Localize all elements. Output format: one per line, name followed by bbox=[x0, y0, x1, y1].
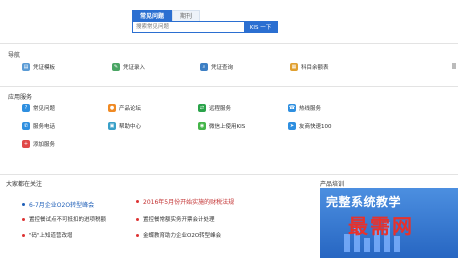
training-banner[interactable]: 完整系统教学 最需网 bbox=[320, 188, 458, 258]
service-help-center[interactable]: ▣ 帮助中心 bbox=[108, 122, 141, 130]
news-item[interactable]: 金蝶教育助力企业O2O转型峰会 bbox=[136, 231, 221, 239]
search-input[interactable] bbox=[133, 22, 244, 32]
bullet bbox=[22, 203, 25, 206]
service-forum[interactable]: ● 产品论坛 bbox=[108, 104, 141, 112]
phone-icon: ✆ bbox=[22, 122, 30, 130]
nav-item-label: 凭证查询 bbox=[211, 65, 234, 71]
divider bbox=[0, 43, 458, 44]
bullet bbox=[22, 233, 25, 237]
express-icon: ➤ bbox=[288, 122, 296, 130]
news-headline-right[interactable]: 2016年5月份开始实施的财税法规 bbox=[136, 197, 234, 206]
service-wechat[interactable]: ◉ 微信上使用KIS bbox=[198, 122, 245, 130]
scroll-marker[interactable] bbox=[452, 63, 456, 69]
divider bbox=[0, 174, 458, 175]
service-label: 远程服务 bbox=[209, 106, 232, 112]
hotline-icon: ☎ bbox=[288, 104, 296, 112]
bullet bbox=[136, 217, 139, 221]
news-item[interactable]: 置控餐试点不可抵扣的进项税额 bbox=[22, 215, 106, 223]
service-phone[interactable]: ✆ 服务电话 bbox=[22, 122, 55, 130]
search-box: KIS 一下 bbox=[132, 21, 278, 33]
service-label: 服务电话 bbox=[33, 124, 56, 130]
search-button[interactable]: KIS 一下 bbox=[244, 22, 277, 32]
faq-icon: ? bbox=[22, 104, 30, 112]
service-express[interactable]: ➤ 友商快速100 bbox=[288, 122, 332, 130]
service-remote[interactable]: ⇄ 远程服务 bbox=[198, 104, 231, 112]
search-tabs: 常见问题 期刊 bbox=[132, 10, 201, 22]
nav-item-label: 科目余额表 bbox=[301, 65, 329, 71]
headline-text: 6-7月企业O2O转型峰会 bbox=[29, 202, 95, 209]
watermark-text: 最需网 bbox=[348, 214, 414, 238]
add-service-icon: + bbox=[22, 140, 30, 148]
account-balance-icon: ▦ bbox=[290, 63, 298, 71]
news-item[interactable]: "码"上知道营改增 bbox=[22, 231, 73, 239]
nav-item-label: 凭证模板 bbox=[33, 65, 56, 71]
nav-item-voucher-query[interactable]: ⌕ 凭证查询 bbox=[200, 63, 233, 71]
banner-bar bbox=[364, 238, 370, 252]
news-item-text: "码"上知道营改增 bbox=[29, 233, 73, 239]
news-item-text: 金蝶教育助力企业O2O转型峰会 bbox=[143, 233, 222, 239]
nav-item-label: 凭证录入 bbox=[123, 65, 146, 71]
service-hotline[interactable]: ☎ 热线服务 bbox=[288, 104, 321, 112]
forum-icon: ● bbox=[108, 104, 116, 112]
wechat-icon: ◉ bbox=[198, 122, 206, 130]
nav-item-voucher-entry[interactable]: ✎ 凭证录入 bbox=[112, 63, 145, 71]
voucher-template-icon: ▤ bbox=[22, 63, 30, 71]
service-label: 产品论坛 bbox=[119, 106, 142, 112]
banner-text: 完整系统教学 bbox=[326, 195, 402, 209]
help-center-icon: ▣ bbox=[108, 122, 116, 130]
service-label: 友商快速100 bbox=[299, 124, 332, 130]
bullet bbox=[136, 200, 139, 203]
service-label: 添加服务 bbox=[33, 142, 56, 148]
divider bbox=[0, 86, 458, 87]
news-item-text: 置控餐常额实务开票会计处理 bbox=[143, 217, 215, 223]
news-item[interactable]: 置控餐常额实务开票会计处理 bbox=[136, 215, 215, 223]
bullet bbox=[136, 233, 139, 237]
service-label: 常见问题 bbox=[33, 106, 56, 112]
news-item-text: 置控餐试点不可抵扣的进项税额 bbox=[29, 217, 107, 223]
nav-item-account-balance[interactable]: ▦ 科目余额表 bbox=[290, 63, 329, 71]
nav-title: 导航 bbox=[8, 52, 21, 59]
news-headline-left[interactable]: 6-7月企业O2O转型峰会 bbox=[22, 200, 94, 209]
services-title: 应用服务 bbox=[8, 94, 33, 101]
voucher-query-icon: ⌕ bbox=[200, 63, 208, 71]
training-title: 产品培训 bbox=[320, 181, 345, 188]
nav-item-voucher-template[interactable]: ▤ 凭证模板 bbox=[22, 63, 55, 71]
service-add[interactable]: + 添加服务 bbox=[22, 140, 55, 148]
headline-text: 2016年5月份开始实施的财税法规 bbox=[143, 199, 235, 206]
bullet bbox=[22, 217, 25, 221]
service-label: 微信上使用KIS bbox=[209, 124, 246, 130]
service-faq[interactable]: ? 常见问题 bbox=[22, 104, 55, 112]
news-title: 大家都在关注 bbox=[6, 181, 43, 188]
remote-service-icon: ⇄ bbox=[198, 104, 206, 112]
voucher-entry-icon: ✎ bbox=[112, 63, 120, 71]
service-label: 帮助中心 bbox=[119, 124, 142, 130]
service-label: 热线服务 bbox=[299, 106, 322, 112]
